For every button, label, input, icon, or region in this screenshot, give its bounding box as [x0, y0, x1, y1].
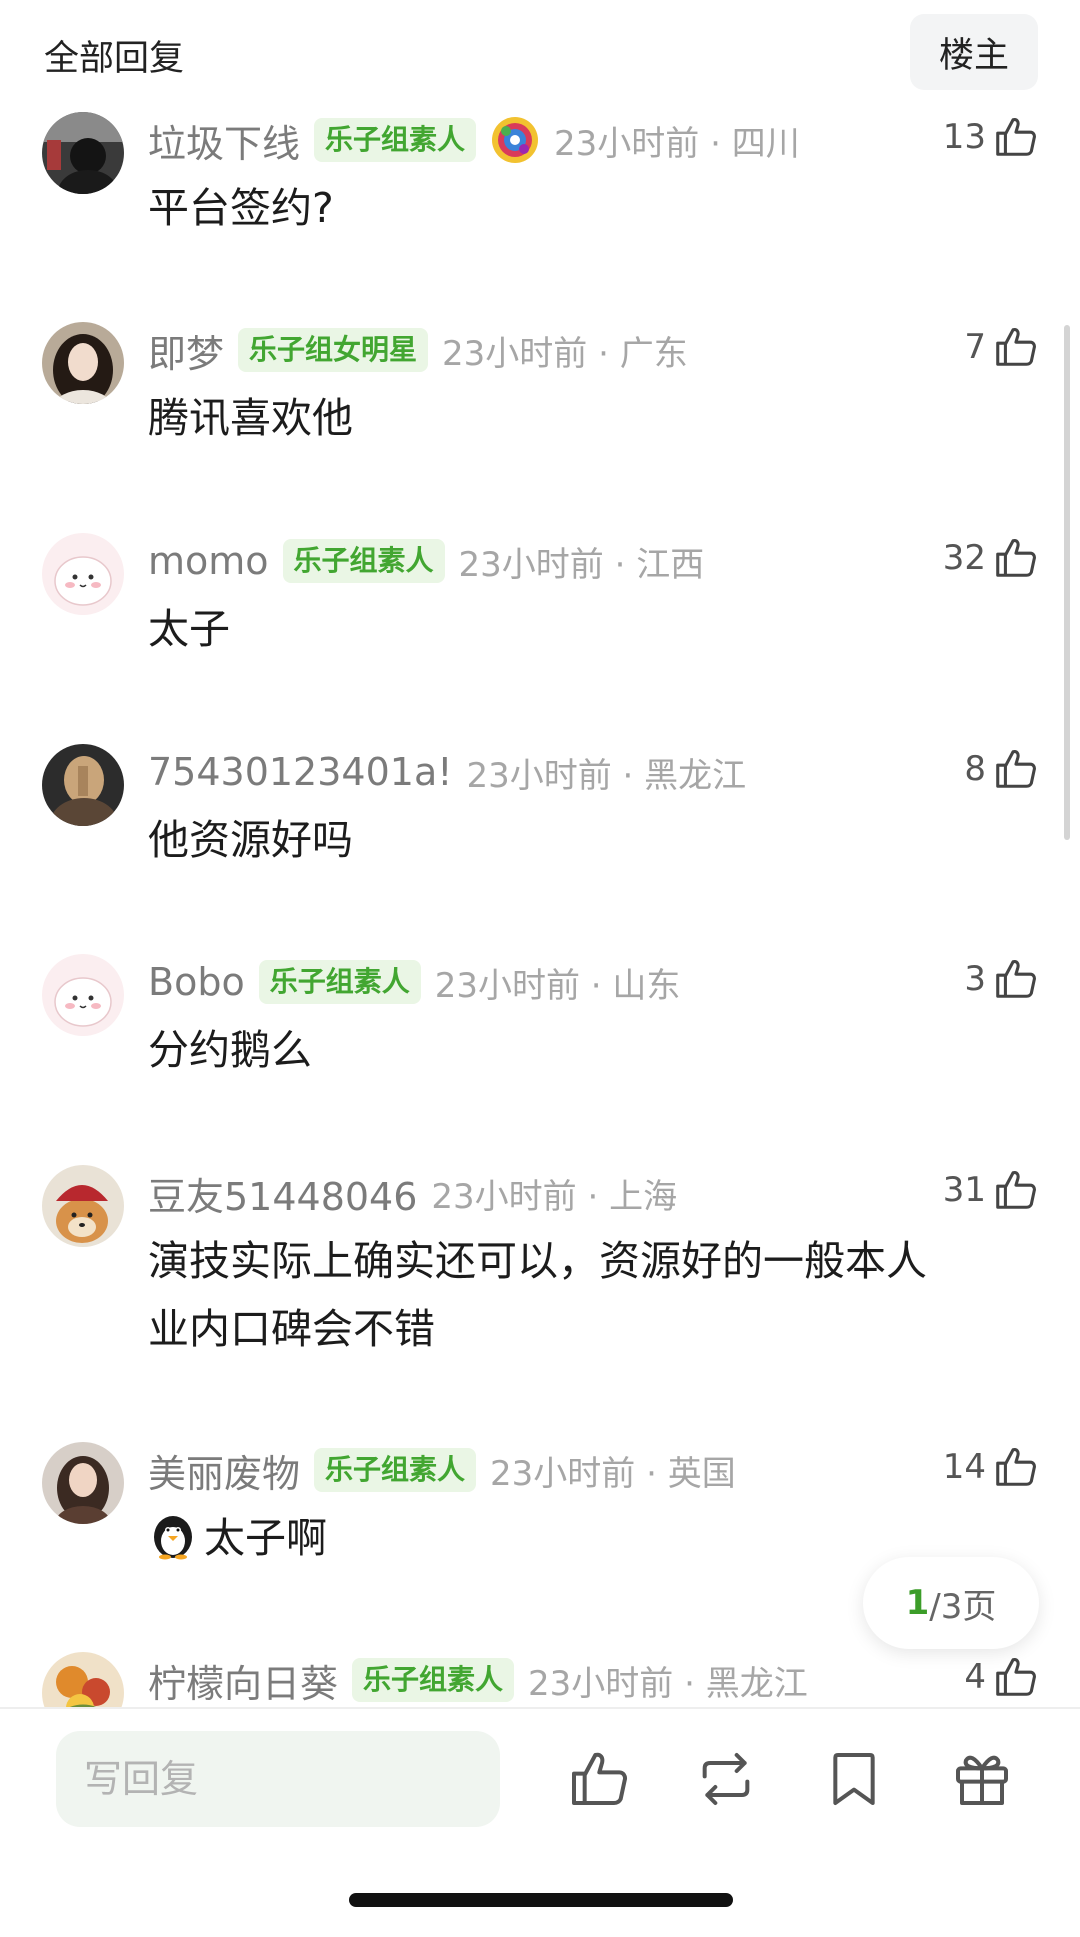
like-post-button[interactable]	[566, 1747, 630, 1811]
comment-text-line: 业内口碑会不错	[148, 1305, 435, 1353]
group-badge: 乐子组素人	[282, 539, 445, 583]
gift-button[interactable]	[950, 1747, 1014, 1811]
time-location: 23小时前 · 四川	[554, 123, 800, 164]
group-badge: 乐子组女明星	[238, 328, 429, 372]
like-count: 14	[942, 1447, 986, 1487]
penguin-emoji-icon	[154, 1516, 192, 1560]
like-button[interactable]: 8	[964, 746, 1038, 792]
current-page: 1	[905, 1583, 930, 1623]
comment-meta: 美丽废物 乐子组素人 23小时前 · 英国	[148, 1446, 736, 1496]
group-badge: 乐子组素人	[314, 118, 477, 162]
time-location: 23小时前 · 江西	[458, 544, 705, 585]
time-location: 23小时前 · 山东	[434, 965, 681, 1006]
gift-icon	[956, 1755, 1008, 1805]
avatar[interactable]	[42, 1165, 124, 1247]
comment-meta: 柠檬向日葵 乐子组素人 23小时前 · 黑龙江	[148, 1656, 808, 1706]
username[interactable]: 柠檬向日葵	[148, 1653, 338, 1708]
avatar[interactable]	[42, 744, 124, 826]
avatar[interactable]	[42, 112, 124, 194]
like-count: 7	[964, 327, 986, 367]
time-location: 23小时前 · 广东	[442, 333, 688, 374]
comment-text: 分约鹅么	[148, 1026, 312, 1074]
like-button[interactable]: 32	[943, 535, 1038, 581]
comment-text: 腾讯喜欢他	[148, 394, 353, 442]
thumbs-up-icon	[996, 328, 1036, 366]
bookmark-button[interactable]	[822, 1747, 886, 1811]
comment-meta: 豆友51448046 23小时前 · 上海	[148, 1169, 678, 1219]
group-badge: 乐子组素人	[258, 960, 421, 1004]
thumbs-up-icon	[996, 1448, 1036, 1486]
group-badge: 乐子组素人	[314, 1448, 477, 1492]
comment-item: 即梦 乐子组女明星 23小时前 · 广东 7 腾讯喜欢他	[0, 322, 1080, 492]
avatar[interactable]	[42, 322, 124, 404]
avatar-frame-icon	[492, 117, 539, 163]
comment-meta: 垃圾下线 乐子组素人 23小时前 · 四川	[148, 116, 800, 166]
avatar[interactable]	[42, 533, 124, 615]
thumbs-up-icon	[996, 960, 1036, 998]
header: 全部回复 楼主	[0, 0, 1080, 100]
reply-input[interactable]	[56, 1731, 500, 1827]
group-badge: 乐子组素人	[352, 1658, 515, 1702]
scrollbar[interactable]	[1064, 325, 1070, 840]
comment-item: 柠檬向日葵 乐子组素人 23小时前 · 黑龙江 4	[0, 1652, 1080, 1707]
username[interactable]: Bobo	[148, 960, 245, 1004]
like-button[interactable]: 4	[964, 1654, 1038, 1700]
comment-text: 平台签约?	[148, 184, 334, 232]
avatar[interactable]	[42, 1652, 124, 1707]
username[interactable]: momo	[148, 539, 269, 583]
thumbs-up-icon	[996, 1658, 1036, 1696]
avatar[interactable]	[42, 954, 124, 1036]
comment-text: 他资源好吗	[148, 816, 353, 864]
comment-item: 垃圾下线 乐子组素人 23小时前 · 四川 13 平台签约?	[0, 112, 1080, 282]
time-location: 23小时前 · 黑龙江	[466, 755, 747, 796]
like-count: 8	[964, 749, 986, 789]
op-only-button[interactable]: 楼主	[910, 14, 1038, 90]
comment-meta: Bobo 乐子组素人 23小时前 · 山东	[148, 958, 680, 1006]
like-button[interactable]: 3	[964, 956, 1038, 1002]
repost-icon	[702, 1753, 750, 1805]
comment-item: 75430123401a! 23小时前 · 黑龙江 8 他资源好吗	[0, 744, 1080, 914]
thumbs-up-icon	[996, 118, 1036, 156]
thumbs-up-icon	[996, 539, 1036, 577]
bookmark-icon	[833, 1753, 875, 1805]
like-count: 13	[942, 117, 986, 157]
comment-item: Bobo 乐子组素人 23小时前 · 山东 3 分约鹅么	[0, 954, 1080, 1124]
repost-button[interactable]	[694, 1747, 758, 1811]
time-location: 23小时前 · 上海	[431, 1176, 678, 1217]
username[interactable]: 豆友51448046	[148, 1166, 417, 1221]
page-indicator[interactable]: 1/3页	[863, 1557, 1039, 1649]
total-pages: /3页	[929, 1586, 997, 1627]
username[interactable]: 美丽废物	[148, 1443, 300, 1498]
comment-text: 太子	[148, 605, 230, 653]
comment-meta: momo 乐子组素人 23小时前 · 江西	[148, 537, 704, 585]
like-button[interactable]: 14	[943, 1444, 1038, 1490]
thumbs-up-icon	[996, 750, 1036, 788]
comment-text-line: 演技实际上确实还可以，资源好的一般本人	[148, 1237, 927, 1285]
thumbs-up-icon	[996, 1171, 1036, 1209]
home-indicator[interactable]	[349, 1893, 733, 1907]
like-count: 3	[964, 959, 986, 999]
time-location: 23小时前 · 黑龙江	[528, 1663, 808, 1704]
comment-item: 豆友51448046 23小时前 · 上海 31 演技实际上确实还可以，资源好的…	[0, 1165, 1080, 1385]
username[interactable]: 75430123401a!	[148, 750, 452, 794]
like-button[interactable]: 31	[943, 1167, 1038, 1213]
comment-item: momo 乐子组素人 23小时前 · 江西 32 太子	[0, 533, 1080, 703]
avatar[interactable]	[42, 1442, 124, 1524]
comment-text-content: 太子啊	[204, 1514, 327, 1562]
like-count: 4	[964, 1657, 986, 1697]
like-button[interactable]: 13	[943, 114, 1038, 160]
like-button[interactable]: 7	[964, 324, 1038, 370]
comment-meta: 75430123401a! 23小时前 · 黑龙江	[148, 748, 746, 796]
page-title: 全部回复	[44, 39, 185, 79]
comment-text: 演技实际上确实还可以，资源好的一般本人 业内口碑会不错	[148, 1227, 1028, 1363]
like-count: 31	[942, 1170, 986, 1210]
time-location: 23小时前 · 英国	[490, 1453, 736, 1494]
comment-meta: 即梦 乐子组女明星 23小时前 · 广东	[148, 326, 688, 376]
username[interactable]: 垃圾下线	[148, 113, 300, 168]
like-count: 32	[942, 538, 986, 578]
thumbs-up-icon	[572, 1752, 627, 1805]
username[interactable]: 即梦	[148, 323, 224, 378]
